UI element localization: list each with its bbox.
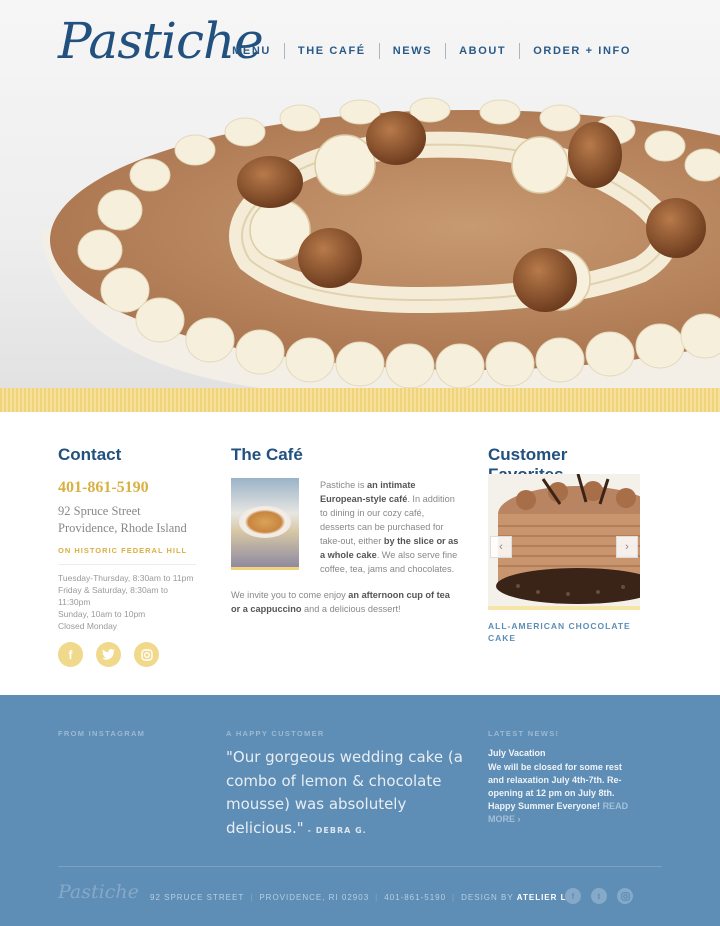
- instagram-heading: FROM INSTAGRAM: [58, 729, 146, 738]
- carousel-next-button[interactable]: ›: [616, 536, 638, 558]
- footer-divider: [58, 866, 662, 867]
- neighborhood-label: ON HISTORIC FEDERAL HILL: [58, 546, 188, 555]
- footer-phone[interactable]: 401-861-5190: [384, 893, 446, 902]
- customer-favorites-column: Customer Favorites ‹ › ALL-AMERICAN CHOC…: [488, 445, 640, 643]
- cappuccino-image: [231, 478, 299, 570]
- address-line-1: 92 Spruce Street: [58, 504, 141, 518]
- divider: [58, 564, 196, 565]
- cafe-column: The Café Pastiche is an intimate Europea…: [231, 445, 459, 614]
- site-logo[interactable]: Pastiche: [58, 12, 264, 70]
- nav-the-cafe[interactable]: THE CAFÉ: [285, 45, 379, 57]
- footer-city: PROVIDENCE, RI 02903: [259, 893, 370, 902]
- social-links: f: [58, 642, 198, 667]
- opening-hours: Tuesday-Thursday, 8:30am to 11pm Friday …: [58, 572, 198, 632]
- nav-about[interactable]: ABOUT: [446, 45, 519, 57]
- decorative-stripe: [0, 388, 720, 412]
- nav-order-info[interactable]: ORDER + INFO: [520, 45, 644, 57]
- twitter-icon[interactable]: [96, 642, 121, 667]
- footer-logo[interactable]: Pastiche: [58, 881, 139, 903]
- hours-line: Tuesday-Thursday, 8:30am to 11pm: [58, 573, 194, 583]
- phone-number[interactable]: 401-861-5190: [58, 479, 198, 497]
- customer-heading: A HAPPY CUSTOMER: [226, 729, 325, 738]
- footer-design-label: DESIGN BY: [461, 893, 514, 902]
- cafe-title: The Café: [231, 445, 303, 464]
- content-section: Contact 401-861-5190 92 Spruce Street Pr…: [0, 412, 720, 695]
- carousel-prev-button[interactable]: ‹: [490, 536, 512, 558]
- cafe-description: Pastiche is an intimate European-style c…: [320, 480, 459, 574]
- facebook-icon[interactable]: f: [58, 642, 83, 667]
- hours-line: Closed Monday: [58, 621, 118, 631]
- hours-line: Sunday, 10am to 10pm: [58, 609, 146, 619]
- news-item-body: We will be closed for some rest and rela…: [488, 762, 629, 824]
- address-line-2: Providence, Rhode Island: [58, 521, 187, 535]
- testimonial-quote: "Our gorgeous wedding cake (a combo of l…: [226, 746, 466, 842]
- footer-address: 92 SPRUCE STREET: [150, 893, 245, 902]
- contact-column: Contact 401-861-5190 92 Spruce Street Pr…: [58, 445, 198, 667]
- nav-menu[interactable]: MENU: [219, 45, 284, 57]
- instagram-icon[interactable]: [617, 888, 633, 904]
- site-footer: FROM INSTAGRAM A HAPPY CUSTOMER LATEST N…: [0, 695, 720, 926]
- instagram-icon[interactable]: [134, 642, 159, 667]
- cappuccino-cup: [239, 506, 291, 538]
- footer-social-links: f t: [565, 888, 633, 904]
- cafe-invitation: We invite you to come enjoy an afternoon…: [231, 590, 450, 614]
- footer-info-line: 92 SPRUCE STREET | PROVIDENCE, RI 02903 | 40…: [150, 893, 580, 902]
- quote-text: "Our gorgeous wedding cake (a combo of l…: [226, 748, 463, 837]
- news-heading: LATEST NEWS!: [488, 729, 560, 738]
- facebook-icon[interactable]: f: [565, 888, 581, 904]
- contact-title: Contact: [58, 445, 122, 464]
- address: 92 Spruce Street Providence, Rhode Islan…: [58, 503, 198, 537]
- twitter-icon[interactable]: t: [591, 888, 607, 904]
- favorite-cake-image[interactable]: ‹ ›: [488, 474, 640, 610]
- hours-line: Friday & Saturday, 8:30am to 11:30pm: [58, 585, 168, 607]
- quote-author: - DEBRA G.: [307, 825, 367, 835]
- favorite-caption-link[interactable]: ALL-AMERICAN CHOCOLATE CAKE: [488, 620, 640, 644]
- nav-news[interactable]: NEWS: [380, 45, 445, 57]
- news-item-title: July Vacation: [488, 748, 546, 758]
- main-nav: MENU THE CAFÉ NEWS ABOUT ORDER + INFO: [219, 43, 644, 59]
- hero-banner: Pastiche MENU THE CAFÉ NEWS ABOUT ORDER …: [0, 0, 720, 388]
